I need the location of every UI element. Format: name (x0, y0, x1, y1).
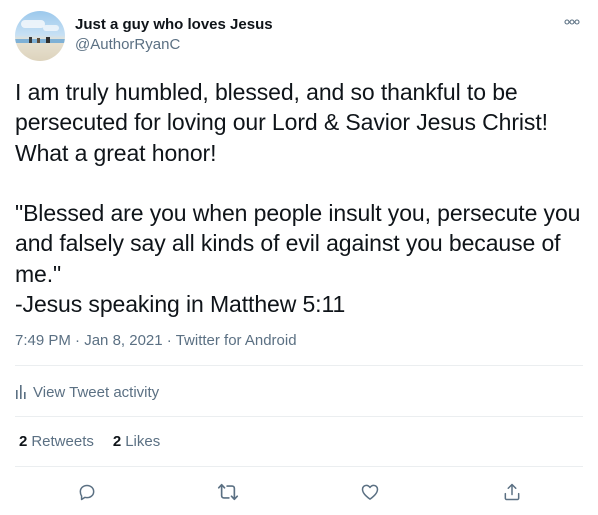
avatar[interactable] (15, 11, 65, 61)
like-button[interactable] (358, 480, 382, 504)
author-name[interactable]: Just a guy who loves Jesus (75, 15, 273, 35)
tweet-metadata: 7:49 PM · Jan 8, 2021 · Twitter for Andr… (15, 331, 297, 351)
meta-separator: · (70, 332, 85, 349)
avatar-figure (37, 38, 40, 43)
tweet-actions (0, 480, 598, 504)
avatar-sea (15, 39, 65, 43)
meta-separator: · (162, 332, 176, 349)
avatar-cloud (43, 25, 59, 31)
share-icon (504, 483, 520, 501)
engagement-stats: 2 Retweets 2 Likes (19, 432, 179, 452)
avatar-cloud (21, 20, 45, 28)
tweet-detail: Just a guy who loves Jesus @AuthorRyanC … (0, 0, 598, 515)
more-options-button[interactable] (561, 11, 583, 33)
tweet-text: I am truly humbled, blessed, and so than… (15, 79, 581, 318)
more-horizontal-icon (564, 19, 580, 25)
retweet-icon (217, 483, 239, 501)
heart-icon (361, 484, 379, 500)
bar-chart-icon (16, 385, 26, 399)
likes-count: 2 (112, 433, 122, 450)
divider (15, 466, 583, 467)
retweets-count: 2 (19, 433, 28, 450)
likes-stat[interactable]: 2 Likes (113, 432, 160, 452)
avatar-figure (46, 37, 50, 43)
likes-label: Likes (125, 433, 161, 450)
tweet-source[interactable]: Twitter for Android (176, 332, 297, 349)
activity-label: View Tweet activity (33, 383, 160, 401)
divider (15, 416, 583, 417)
retweets-label: Retweets (31, 433, 94, 450)
view-tweet-activity-link[interactable]: View Tweet activity (15, 381, 159, 403)
tweet-date[interactable]: Jan 8, 2021 (84, 332, 162, 349)
divider (15, 365, 583, 366)
tweet-header: Just a guy who loves Jesus @AuthorRyanC (15, 11, 583, 61)
author-handle[interactable]: @AuthorRyanC (75, 35, 180, 55)
share-button[interactable] (500, 480, 524, 504)
retweet-button[interactable] (216, 480, 240, 504)
reply-icon (79, 484, 95, 501)
tweet-time[interactable]: 7:49 PM (15, 332, 71, 349)
retweets-stat[interactable]: 2 Retweets (19, 432, 94, 452)
reply-button[interactable] (75, 480, 99, 504)
avatar-figure (29, 37, 32, 43)
